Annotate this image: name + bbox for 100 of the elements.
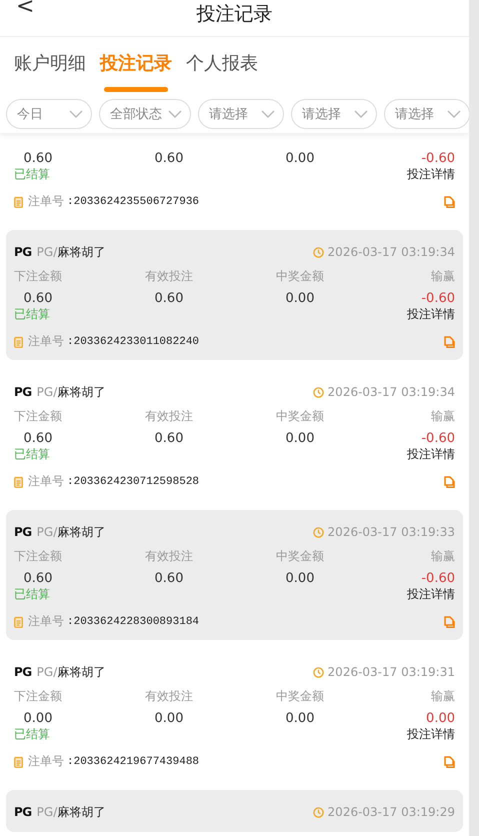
chevron-down-icon: [354, 110, 368, 118]
column-label: 下注金额: [14, 548, 62, 565]
order-label: 注单号: [28, 333, 64, 350]
clipboard-icon: [14, 196, 23, 208]
column-label: 输赢: [431, 408, 455, 425]
filter-dropdown[interactable]: 请选择: [198, 99, 284, 129]
status-text: 已结算: [14, 306, 50, 323]
chevron-down-icon: [261, 110, 275, 118]
column-label: 有效投注: [145, 268, 193, 285]
amount-value: 0.00: [286, 151, 314, 166]
copy-button[interactable]: [444, 336, 455, 348]
status-text: 已结算: [14, 586, 50, 603]
back-button[interactable]: <: [12, 0, 38, 18]
game-title: PG/麻将胡了: [36, 524, 106, 540]
provider-logo: PG: [14, 665, 32, 679]
clock-icon: [312, 666, 324, 678]
column-label: 下注金额: [14, 268, 62, 285]
copy-icon: [444, 196, 455, 208]
clock-icon: [312, 246, 324, 258]
clock-icon: [312, 526, 324, 538]
amount-value: 0.60: [24, 291, 52, 306]
filter-dropdown[interactable]: 全部状态: [99, 99, 191, 129]
amount-value: -0.60: [421, 291, 455, 306]
chevron-down-icon: [168, 110, 182, 118]
bet-time: 2026-03-17 03:19:33: [328, 525, 455, 539]
copy-button[interactable]: [444, 756, 455, 768]
status-text: 已结算: [14, 446, 50, 463]
provider-logo: PG: [14, 245, 32, 259]
order-label: 注单号: [28, 193, 64, 210]
amount-value: 0.00: [286, 711, 314, 726]
bet-time: 2026-03-17 03:19:34: [328, 245, 455, 259]
column-label: 输赢: [431, 688, 455, 705]
copy-button[interactable]: [444, 196, 455, 208]
column-label: 有效投注: [145, 548, 193, 565]
provider-logo: PG: [14, 525, 32, 539]
clipboard-icon: [14, 336, 23, 348]
column-label: 输赢: [431, 268, 455, 285]
tab[interactable]: 账户明细: [14, 51, 86, 93]
game-title: PG/麻将胡了: [36, 384, 106, 400]
order-label: 注单号: [28, 473, 64, 490]
order-number: :2033624228300893184: [67, 616, 200, 628]
filter-dropdown[interactable]: 今日: [6, 99, 92, 129]
provider-logo: PG: [14, 805, 32, 819]
bet-detail-link[interactable]: 投注详情: [407, 726, 455, 743]
column-label: 中奖金额: [276, 408, 324, 425]
amount-value: 0.60: [24, 151, 52, 166]
order-label: 注单号: [28, 613, 64, 630]
amount-value: 0.60: [24, 431, 52, 446]
amount-value: 0.00: [426, 711, 455, 726]
tab[interactable]: 个人报表: [186, 51, 258, 93]
chevron-down-icon: [447, 110, 461, 118]
column-label: 中奖金额: [276, 688, 324, 705]
column-label: 有效投注: [145, 408, 193, 425]
amount-value: 0.00: [24, 711, 52, 726]
filter-dropdown[interactable]: 请选择: [291, 99, 377, 129]
bet-time: 2026-03-17 03:19:34: [328, 385, 455, 399]
bet-time: 2026-03-17 03:19:31: [328, 665, 455, 679]
column-label: 输赢: [431, 548, 455, 565]
amount-value: 0.60: [154, 431, 184, 446]
column-label: 中奖金额: [276, 548, 324, 565]
bet-detail-link[interactable]: 投注详情: [407, 446, 455, 463]
clock-icon: [312, 386, 324, 398]
amount-value: 0.60: [24, 571, 52, 586]
bet-detail-link[interactable]: 投注详情: [407, 166, 455, 183]
order-number: :2033624233011082240: [67, 336, 200, 348]
copy-button[interactable]: [444, 616, 455, 628]
copy-icon: [444, 616, 455, 628]
copy-icon: [444, 756, 455, 768]
status-text: 已结算: [14, 166, 50, 183]
filter-dropdown[interactable]: 请选择: [384, 99, 469, 129]
bet-detail-link[interactable]: 投注详情: [407, 586, 455, 603]
order-number: :2033624219677439488: [67, 756, 200, 768]
amount-value: -0.60: [421, 431, 455, 446]
amount-value: -0.60: [421, 151, 455, 166]
column-label: 有效投注: [145, 688, 193, 705]
order-number: :2033624230712598528: [67, 476, 200, 488]
amount-value: 0.00: [286, 291, 314, 306]
amount-value: -0.60: [421, 571, 455, 586]
clipboard-icon: [14, 756, 23, 768]
provider-logo: PG: [14, 385, 32, 399]
copy-button[interactable]: [444, 476, 455, 488]
copy-icon: [444, 476, 455, 488]
chevron-down-icon: [69, 110, 83, 118]
game-title: PG/麻将胡了: [36, 804, 106, 820]
amount-value: 0.00: [154, 711, 184, 726]
amount-value: 0.60: [154, 291, 184, 306]
column-label: 下注金额: [14, 408, 62, 425]
bet-detail-link[interactable]: 投注详情: [407, 306, 455, 323]
amount-value: 0.00: [286, 571, 314, 586]
copy-icon: [444, 336, 455, 348]
scrollbar[interactable]: [469, 0, 479, 836]
game-title: PG/麻将胡了: [36, 664, 106, 680]
order-number: :2033624235506727936: [67, 196, 200, 208]
clipboard-icon: [14, 476, 23, 488]
column-label: 中奖金额: [276, 268, 324, 285]
order-label: 注单号: [28, 753, 64, 770]
amount-value: 0.00: [286, 431, 314, 446]
status-text: 已结算: [14, 726, 50, 743]
page-title: 投注记录: [196, 2, 272, 26]
game-title: PG/麻将胡了: [36, 244, 106, 260]
